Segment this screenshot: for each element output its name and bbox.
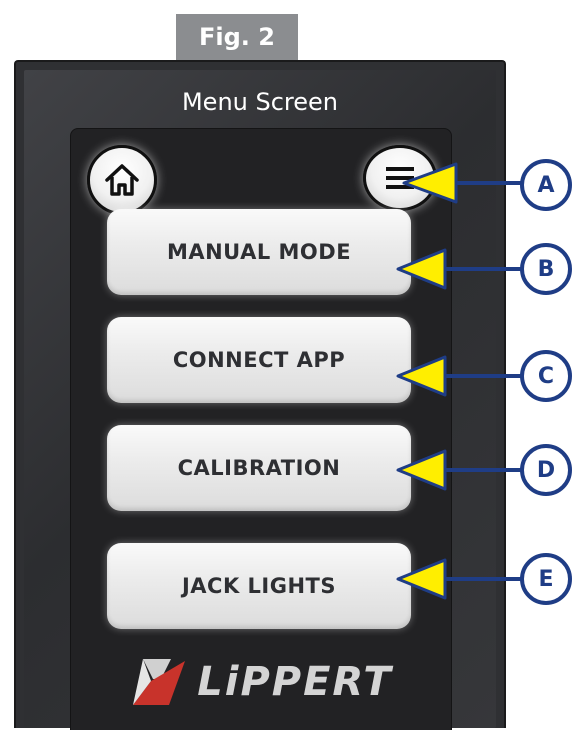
callout-arrow-a (402, 162, 458, 204)
callout-arrows (396, 162, 526, 600)
callout-arrow-c (396, 355, 447, 397)
callout-a: A (520, 159, 572, 211)
callout-arrow-e (396, 558, 447, 600)
callout-b: B (520, 243, 572, 295)
callout-arrow-d (396, 449, 447, 491)
callout-e: E (520, 553, 572, 605)
callout-d: D (520, 444, 572, 496)
callout-c: C (520, 350, 572, 402)
callout-arrow-b (396, 248, 447, 290)
